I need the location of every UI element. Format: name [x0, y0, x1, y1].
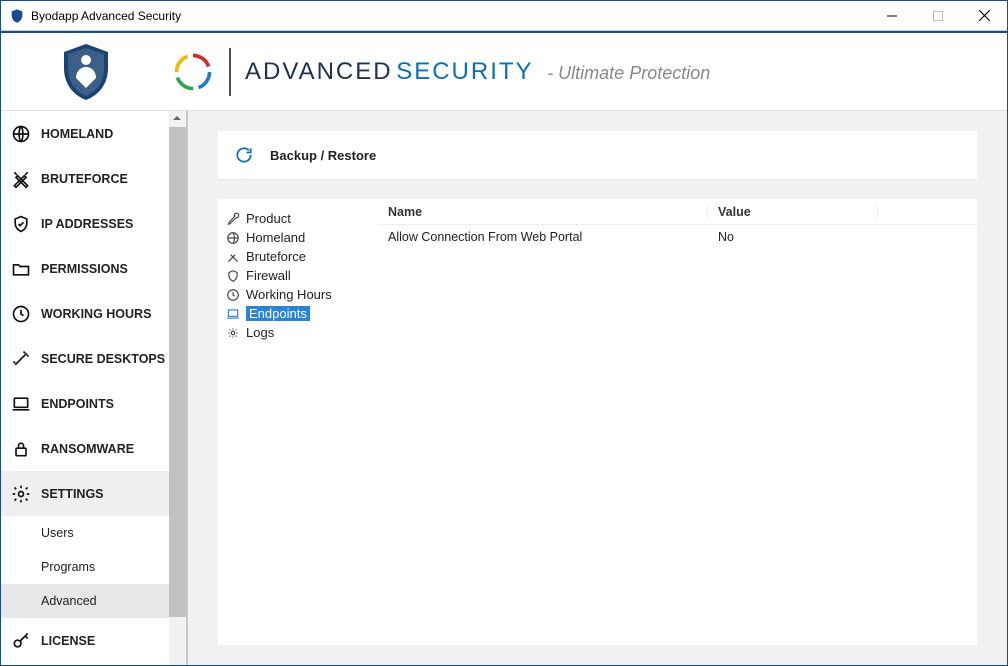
titlebar: Byodapp Advanced Security — [1, 1, 1007, 31]
app-shield-icon — [9, 8, 25, 24]
window-close-button[interactable] — [961, 1, 1007, 31]
sidebar-item-label: LICENSE — [41, 634, 95, 648]
logo-shield-icon — [1, 40, 171, 104]
sidebar-item-label: SETTINGS — [41, 487, 104, 501]
wand-icon — [11, 349, 31, 369]
sidebar-item-working-hours[interactable]: WORKING HOURS — [1, 291, 169, 336]
grid-cell-name: Allow Connection From Web Portal — [378, 230, 708, 244]
content-area: Backup / Restore Product Homeland Br — [186, 111, 1007, 665]
sidebar-item-license[interactable]: LICENSE — [1, 618, 169, 663]
sidebar-item-label: BRUTEFORCE — [41, 172, 128, 186]
tree-item-product[interactable]: Product — [224, 209, 372, 228]
sidebar-item-label: IP ADDRESSES — [41, 217, 133, 231]
tree-item-working-hours[interactable]: Working Hours — [224, 285, 372, 304]
swords-icon — [11, 169, 31, 189]
backup-restore-label: Backup / Restore — [270, 148, 376, 163]
tree-item-bruteforce[interactable]: Bruteforce — [224, 247, 372, 266]
settings-tree: Product Homeland Bruteforce Firewall — [218, 199, 378, 645]
sidebar-subitem-users[interactable]: Users — [1, 516, 169, 550]
sidebar-item-endpoints[interactable]: ENDPOINTS — [1, 381, 169, 426]
globe-icon — [11, 124, 31, 144]
grid-row[interactable]: Allow Connection From Web Portal No — [378, 225, 977, 249]
body: HOMELAND BRUTEFORCE IP ADDRESSES PERMISS… — [1, 111, 1007, 665]
main-panel: Product Homeland Bruteforce Firewall — [218, 199, 977, 645]
grid-header: Name Value — [378, 199, 977, 225]
brand: ADVANCED SECURITY - Ultimate Protection — [171, 48, 710, 96]
sidebar-subitem-label: Users — [41, 526, 74, 540]
sidebar-scrollbar-thumb[interactable] — [169, 127, 186, 617]
sidebar-scrollbar[interactable] — [169, 111, 186, 665]
sidebar-item-homeland[interactable]: HOMELAND — [1, 111, 169, 156]
tree-item-label: Product — [246, 211, 291, 226]
brand-text-advanced: ADVANCED — [245, 58, 393, 85]
tree-item-endpoints[interactable]: Endpoints — [224, 304, 372, 323]
tree-item-logs[interactable]: Logs — [224, 323, 372, 342]
folder-icon — [11, 259, 31, 279]
toolbar-panel: Backup / Restore — [218, 131, 977, 179]
settings-grid: Name Value Allow Connection From Web Por… — [378, 199, 977, 645]
column-header-value[interactable]: Value — [708, 205, 878, 219]
header: ADVANCED SECURITY - Ultimate Protection — [1, 31, 1007, 111]
sidebar-item-secure-desktops[interactable]: SECURE DESKTOPS — [1, 336, 169, 381]
swirl-logo-icon — [171, 50, 215, 94]
tree-item-label: Working Hours — [246, 287, 332, 302]
tree-item-homeland[interactable]: Homeland — [224, 228, 372, 247]
sidebar-subitem-label: Advanced — [41, 594, 97, 608]
sidebar-subitem-programs[interactable]: Programs — [1, 550, 169, 584]
tree-item-label: Homeland — [246, 230, 305, 245]
window-minimize-button[interactable] — [869, 1, 915, 31]
tree-item-label: Endpoints — [246, 306, 310, 321]
sidebar: HOMELAND BRUTEFORCE IP ADDRESSES PERMISS… — [1, 111, 186, 665]
gear-icon — [11, 484, 31, 504]
sidebar-item-settings[interactable]: SETTINGS — [1, 471, 169, 516]
app-window: Byodapp Advanced Security — [0, 0, 1008, 666]
grid-cell-value: No — [708, 230, 878, 244]
sidebar-item-ip-addresses[interactable]: IP ADDRESSES — [1, 201, 169, 246]
key-icon — [11, 631, 31, 651]
sidebar-item-label: WORKING HOURS — [41, 307, 151, 321]
brand-subtitle: - Ultimate Protection — [547, 63, 710, 83]
clock-icon — [11, 304, 31, 324]
laptop-icon — [11, 394, 31, 414]
tree-item-label: Logs — [246, 325, 274, 340]
window-title: Byodapp Advanced Security — [31, 9, 869, 23]
tree-item-label: Bruteforce — [246, 249, 306, 264]
window-maximize-button[interactable] — [915, 1, 961, 31]
sidebar-item-label: PERMISSIONS — [41, 262, 128, 276]
sidebar-item-label: ENDPOINTS — [41, 397, 114, 411]
sidebar-item-label: RANSOMWARE — [41, 442, 134, 456]
lock-icon — [11, 439, 31, 459]
sidebar-item-label: HOMELAND — [41, 127, 113, 141]
sidebar-item-ransomware[interactable]: RANSOMWARE — [1, 426, 169, 471]
sidebar-subitem-advanced[interactable]: Advanced — [1, 584, 169, 618]
backup-restore-button[interactable] — [234, 145, 254, 165]
brand-text-security: SECURITY — [396, 58, 533, 85]
sidebar-subitem-label: Programs — [41, 560, 95, 574]
sidebar-item-bruteforce[interactable]: BRUTEFORCE — [1, 156, 169, 201]
tree-item-label: Firewall — [246, 268, 291, 283]
column-header-name[interactable]: Name — [378, 205, 708, 219]
shield-check-icon — [11, 214, 31, 234]
tree-item-firewall[interactable]: Firewall — [224, 266, 372, 285]
sidebar-item-label: SECURE DESKTOPS — [41, 352, 165, 366]
sidebar-item-permissions[interactable]: PERMISSIONS — [1, 246, 169, 291]
